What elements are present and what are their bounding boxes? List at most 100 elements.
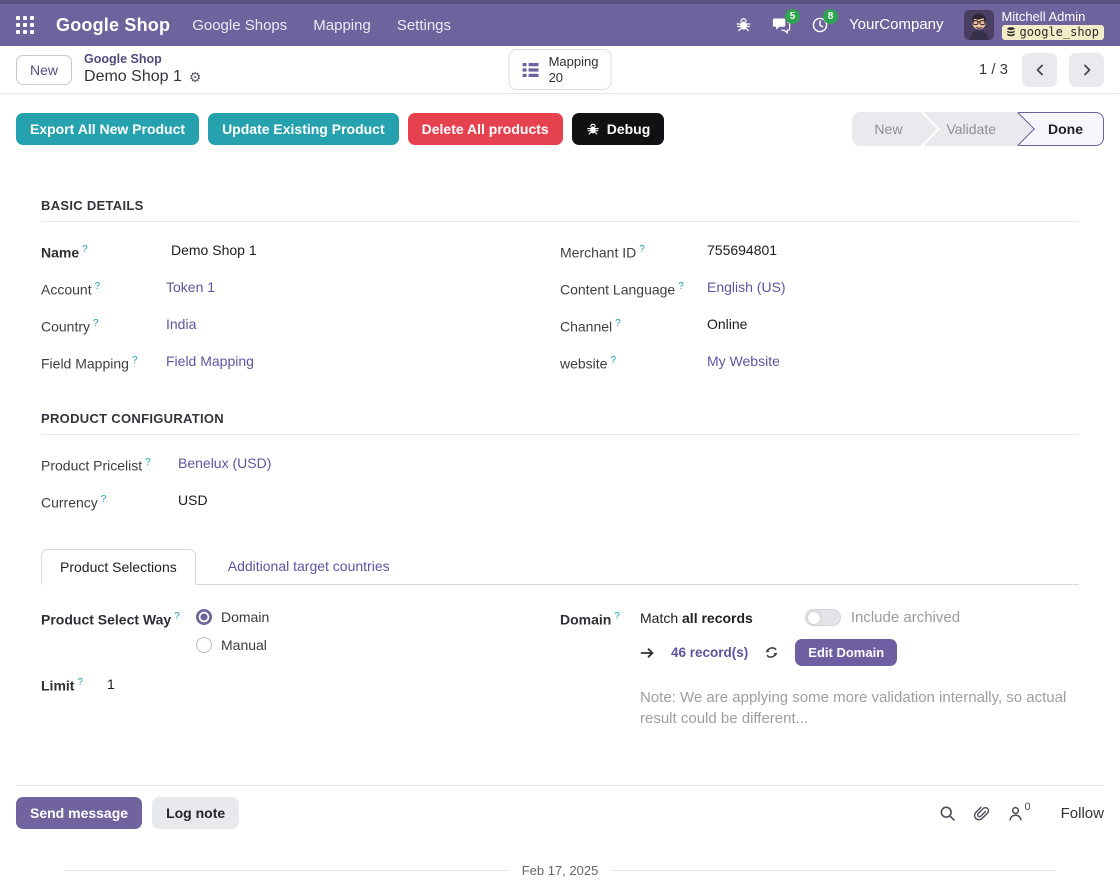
- export-all-new-product-button[interactable]: Export All New Product: [16, 113, 199, 145]
- domain-note: Note: We are applying some more validati…: [640, 687, 1079, 729]
- domain-match-text: Match all records: [640, 610, 753, 626]
- tab-product-selections[interactable]: Product Selections: [41, 549, 196, 585]
- help-icon[interactable]: ?: [95, 281, 101, 292]
- chevron-right-icon: [1081, 64, 1093, 76]
- messages-badge: 5: [785, 9, 800, 24]
- pager-range: 1 / 3: [979, 61, 1008, 78]
- main-menus: Google Shops Mapping Settings: [192, 17, 451, 34]
- stat-button-value: 20: [549, 70, 599, 86]
- help-icon[interactable]: ?: [82, 244, 88, 255]
- field-label-content-language: Content Language?: [560, 279, 707, 299]
- activities-icon[interactable]: 8: [811, 16, 829, 34]
- breadcrumb-current: Demo Shop 1: [84, 67, 182, 86]
- menu-settings[interactable]: Settings: [397, 17, 451, 34]
- form-sheet: BASIC DETAILS Name? Demo Shop 1 Account?…: [16, 146, 1104, 786]
- search-messages-icon[interactable]: [939, 805, 956, 822]
- field-value-content-language[interactable]: English (US): [707, 279, 1079, 299]
- attachments-icon[interactable]: [973, 805, 990, 822]
- pager: 1 / 3: [979, 53, 1104, 87]
- field-value-product-pricelist[interactable]: Benelux (USD): [178, 455, 530, 475]
- tab-additional-target-countries[interactable]: Additional target countries: [210, 549, 408, 585]
- list-icon: [522, 61, 540, 79]
- gear-icon[interactable]: ⚙: [189, 69, 202, 86]
- help-icon[interactable]: ?: [610, 355, 616, 366]
- new-button[interactable]: New: [16, 55, 72, 85]
- radio-checked-icon[interactable]: [196, 609, 212, 625]
- stat-button-label: Mapping: [549, 54, 599, 70]
- help-icon[interactable]: ?: [145, 457, 151, 468]
- delete-all-products-button[interactable]: Delete All products: [408, 113, 563, 145]
- field-value-channel[interactable]: Online: [707, 316, 1079, 336]
- records-count-link[interactable]: 46 record(s): [671, 645, 748, 660]
- control-panel: New Google Shop Demo Shop 1 ⚙ Mapping 20…: [0, 46, 1120, 94]
- field-label-limit: Limit?: [41, 675, 107, 694]
- field-value-website[interactable]: My Website: [707, 353, 1079, 373]
- field-value-currency[interactable]: USD: [178, 492, 530, 512]
- activities-badge: 8: [823, 9, 838, 24]
- refresh-icon[interactable]: [764, 645, 779, 660]
- avatar: [964, 10, 994, 40]
- messages-icon[interactable]: 5: [772, 16, 791, 34]
- mapping-stat-button[interactable]: Mapping 20: [509, 49, 612, 90]
- field-label-website: website?: [560, 353, 707, 373]
- help-icon[interactable]: ?: [93, 318, 99, 329]
- statusbar: New Validate Done: [852, 112, 1104, 146]
- field-value-limit[interactable]: 1: [107, 676, 530, 692]
- chatter-toolbar: Send message Log note 0 Follow: [0, 786, 1120, 829]
- debug-button[interactable]: Debug: [572, 113, 665, 145]
- help-icon[interactable]: ?: [132, 355, 138, 366]
- pager-next-button[interactable]: [1069, 53, 1104, 87]
- section-title-product-configuration: PRODUCT CONFIGURATION: [41, 411, 1079, 435]
- company-switcher[interactable]: YourCompany: [849, 16, 944, 33]
- radio-manual[interactable]: Manual: [196, 637, 530, 653]
- radio-domain[interactable]: Domain: [196, 609, 530, 625]
- field-label-domain: Domain?: [560, 609, 640, 729]
- form-action-row: Export All New Product Update Existing P…: [0, 94, 1120, 146]
- field-value-merchant-id[interactable]: 755694801: [707, 242, 1079, 262]
- breadcrumb-parent[interactable]: Google Shop: [84, 52, 201, 67]
- help-icon[interactable]: ?: [639, 244, 645, 255]
- status-step-new[interactable]: New: [852, 112, 924, 146]
- field-value-country[interactable]: India: [166, 316, 530, 336]
- field-label-product-pricelist: Product Pricelist?: [41, 455, 178, 475]
- log-note-button[interactable]: Log note: [152, 797, 239, 829]
- edit-domain-button[interactable]: Edit Domain: [795, 639, 897, 666]
- field-label-name: Name?: [41, 242, 166, 262]
- field-label-field-mapping: Field Mapping?: [41, 353, 166, 373]
- field-label-product-select-way: Product Select Way?: [41, 609, 196, 653]
- update-existing-product-button[interactable]: Update Existing Product: [208, 113, 399, 145]
- send-message-button[interactable]: Send message: [16, 797, 142, 829]
- field-value-name[interactable]: Demo Shop 1: [166, 242, 530, 262]
- follow-button[interactable]: Follow: [1061, 805, 1104, 822]
- bug-icon[interactable]: [735, 16, 752, 33]
- arrow-right-icon: [640, 646, 655, 660]
- field-value-account[interactable]: Token 1: [166, 279, 530, 299]
- menu-mapping[interactable]: Mapping: [313, 17, 371, 34]
- help-icon[interactable]: ?: [615, 318, 621, 329]
- followers-icon[interactable]: 0: [1007, 805, 1030, 822]
- help-icon[interactable]: ?: [678, 281, 684, 292]
- database-badge: google_shop: [1002, 25, 1104, 41]
- pager-previous-button[interactable]: [1022, 53, 1057, 87]
- chevron-left-icon: [1034, 64, 1046, 76]
- app-brand[interactable]: Google Shop: [56, 15, 170, 36]
- include-archived-toggle[interactable]: [805, 609, 841, 626]
- help-icon[interactable]: ?: [174, 611, 180, 622]
- message-date-separator: Feb 17, 2025: [64, 863, 1056, 878]
- status-step-done[interactable]: Done: [1018, 112, 1104, 146]
- field-value-field-mapping[interactable]: Field Mapping: [166, 353, 530, 373]
- radio-unchecked-icon[interactable]: [196, 637, 212, 653]
- help-icon[interactable]: ?: [101, 494, 107, 505]
- include-archived-label: Include archived: [851, 609, 960, 626]
- apps-menu-icon[interactable]: [16, 16, 34, 34]
- user-menu[interactable]: Mitchell Admin google_shop: [964, 10, 1104, 41]
- notebook-tabs: Product Selections Additional target cou…: [41, 548, 1079, 585]
- followers-count: 0: [1025, 801, 1031, 813]
- help-icon[interactable]: ?: [614, 611, 620, 622]
- field-label-country: Country?: [41, 316, 166, 336]
- help-icon[interactable]: ?: [77, 677, 83, 688]
- field-label-currency: Currency?: [41, 492, 178, 512]
- date-label: Feb 17, 2025: [508, 863, 613, 878]
- top-navbar: Google Shop Google Shops Mapping Setting…: [0, 0, 1120, 46]
- menu-google-shops[interactable]: Google Shops: [192, 17, 287, 34]
